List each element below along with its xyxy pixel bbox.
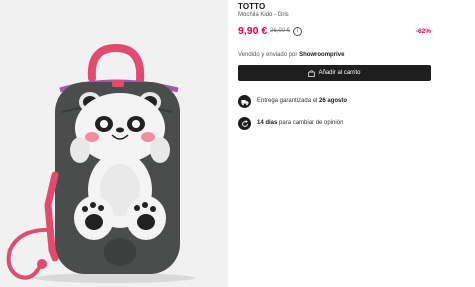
delivery-feature: Entrega garantizada el 26 agosto bbox=[238, 95, 431, 109]
product-image[interactable] bbox=[0, 0, 228, 287]
seller-info: Vendido y enviado por Showroomprive bbox=[238, 52, 344, 58]
price-row: 9,90 € 26,00 € i -62% bbox=[238, 25, 431, 39]
delivery-date: 26 agosto bbox=[319, 98, 348, 104]
current-price: 9,90 € bbox=[238, 25, 268, 37]
shopping-bag-icon bbox=[308, 69, 316, 77]
info-icon[interactable]: i bbox=[293, 27, 302, 36]
returns-label: para cambiar de opinión bbox=[279, 120, 344, 126]
product-info: TOTTO Mochila Kido - Gris 9,90 € 26,00 €… bbox=[238, 0, 433, 287]
backpack-illustration bbox=[6, 43, 195, 283]
return-arrow-icon bbox=[238, 117, 251, 130]
returns-days: 14 días bbox=[257, 120, 278, 126]
original-price: 26,00 € bbox=[270, 28, 291, 34]
add-to-cart-button[interactable]: Añadir al carrito bbox=[238, 65, 431, 81]
add-to-cart-label: Añadir al carrito bbox=[318, 70, 361, 76]
seller-prefix: Vendido y enviado por bbox=[238, 52, 298, 58]
returns-text: 14 días para cambiar de opinión bbox=[257, 120, 343, 126]
returns-feature: 14 días para cambiar de opinión bbox=[238, 117, 431, 131]
discount-badge: -62% bbox=[415, 28, 431, 35]
brand-name[interactable]: TOTTO bbox=[238, 2, 265, 11]
product-title: Mochila Kido - Gris bbox=[238, 12, 289, 18]
seller-name[interactable]: Showroomprive bbox=[299, 52, 344, 58]
delivery-text: Entrega garantizada el 26 agosto bbox=[257, 98, 347, 104]
delivery-label: Entrega garantizada el bbox=[257, 98, 318, 104]
truck-icon bbox=[238, 95, 251, 108]
